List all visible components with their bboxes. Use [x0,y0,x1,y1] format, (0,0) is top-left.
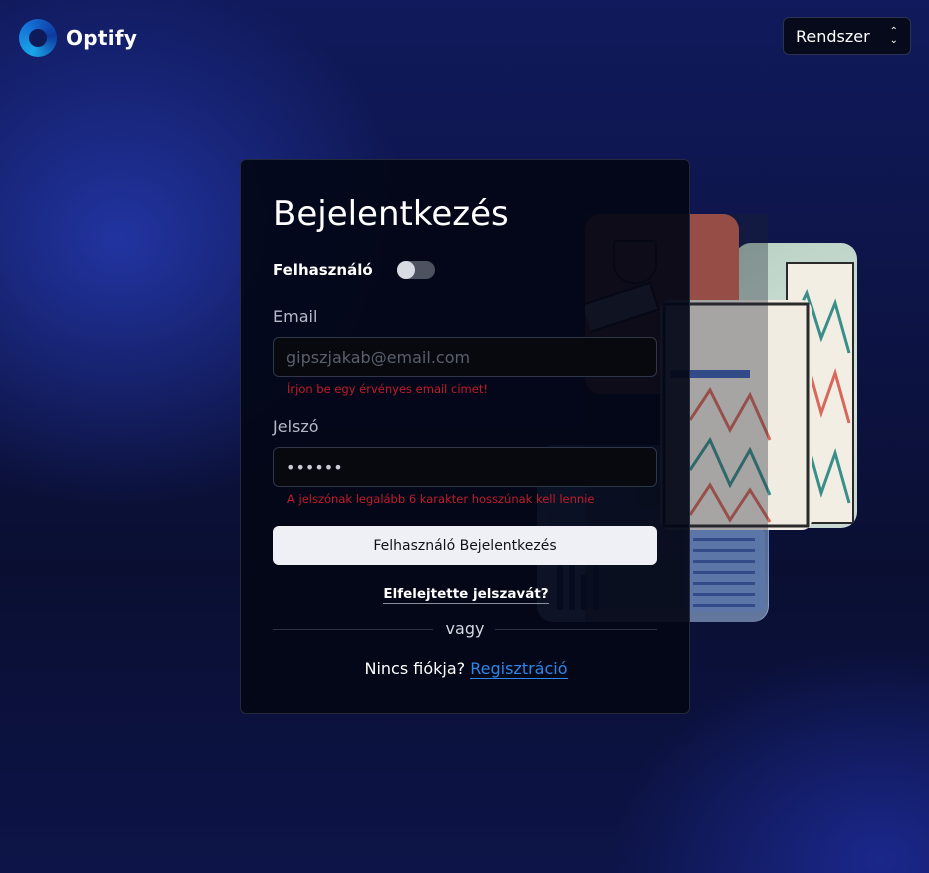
register-link[interactable]: Regisztráció [470,659,568,679]
email-field[interactable] [273,337,657,377]
optify-logo-icon [19,19,57,57]
forgot-password-link[interactable]: Elfelejtette jelszavát? [383,586,549,604]
forgot-password-row: Elfelejtette jelszavát? [241,583,691,604]
user-toggle-row: Felhasználó [273,261,435,279]
no-account-text: Nincs fiókja? [364,659,466,678]
login-button[interactable]: Felhasználó Bejelentkezés [273,526,657,565]
logo-text: Optify [66,26,138,50]
password-label: Jelszó [273,417,319,436]
divider: vagy [273,619,657,639]
login-card: Bejelentkezés Felhasználó Email Írjon be… [240,159,690,714]
divider-text: vagy [445,619,485,638]
page-title: Bejelentkezés [273,194,509,234]
logo[interactable]: Optify [19,19,137,57]
password-field[interactable] [273,447,657,487]
theme-select-value: Rendszer [796,26,870,46]
toggle-knob [396,261,415,279]
chevron-up-down-icon: ⌃ ⌄ [889,26,898,46]
signup-row: Nincs fiókja? Regisztráció [241,659,691,679]
user-toggle-label: Felhasználó [273,261,373,279]
email-label: Email [273,307,318,326]
email-error: Írjon be egy érvényes email címet! [287,382,488,396]
theme-select[interactable]: Rendszer ⌃ ⌄ [783,17,911,55]
user-type-toggle[interactable] [396,261,435,279]
password-error: A jelszónak legalább 6 karakter hosszúna… [287,492,595,506]
